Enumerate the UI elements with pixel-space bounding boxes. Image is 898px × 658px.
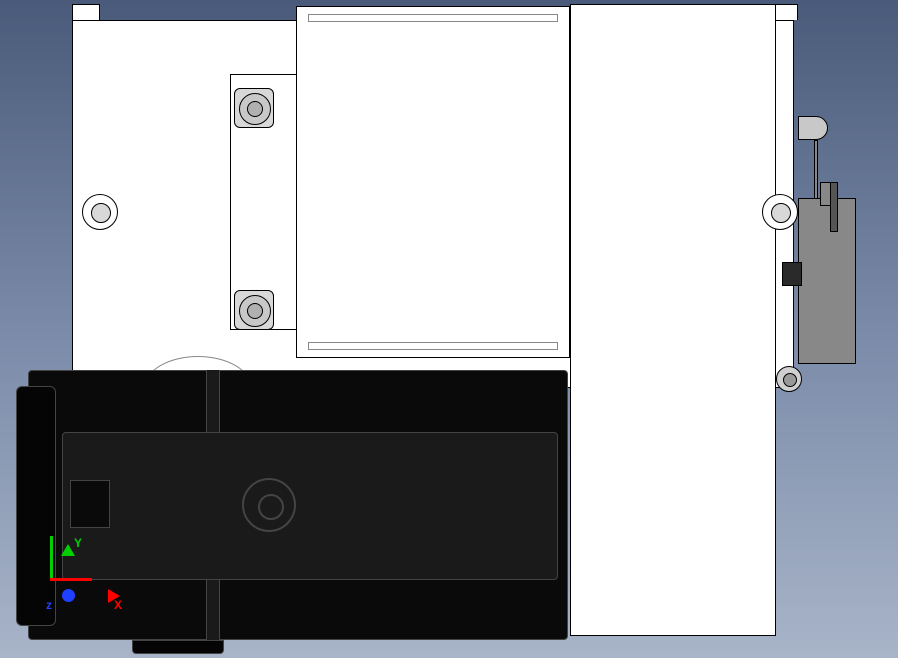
right-side-panel [570, 4, 776, 636]
center-panel-bottom-edge [308, 342, 558, 350]
motor-body [62, 432, 558, 580]
center-cover-panel [296, 6, 570, 358]
motor-end-cap [16, 386, 56, 626]
motor-shaft-bore [242, 478, 296, 532]
standoff-boss-lower [234, 290, 274, 330]
motor-cable-exit [132, 640, 224, 654]
connector-port [798, 116, 828, 140]
housing-top-tab-left [72, 4, 100, 20]
side-gray-bracket [798, 198, 856, 364]
sensor-block [782, 262, 802, 286]
mounting-bolt-left [82, 194, 118, 230]
mounting-bolt-right [762, 194, 798, 230]
cad-viewport[interactable]: Y X z [0, 0, 898, 658]
motor-connector [70, 480, 110, 528]
side-bracket-slot [830, 182, 838, 232]
lower-right-bolt [776, 366, 802, 392]
connector-wire [814, 140, 818, 200]
standoff-boss-upper [234, 88, 274, 128]
center-panel-top-edge [308, 14, 558, 22]
